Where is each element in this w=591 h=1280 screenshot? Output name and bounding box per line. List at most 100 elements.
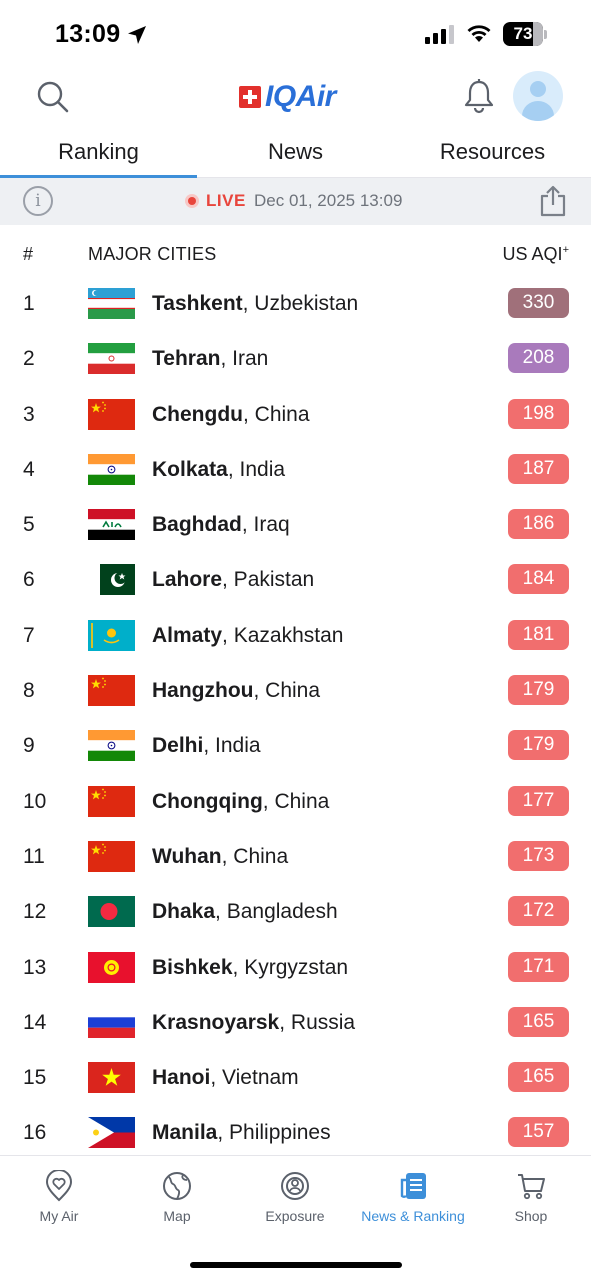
flag-uz-icon (88, 288, 135, 319)
aqi-badge: 179 (508, 730, 569, 761)
live-label: LIVE (206, 191, 246, 210)
app-header: IQAir (0, 70, 591, 125)
share-icon[interactable] (538, 184, 568, 218)
table-row[interactable]: 9 Delhi, India 179 (0, 718, 591, 773)
table-row[interactable]: 8 Hangzhou, China 179 (0, 663, 591, 718)
column-header-cities[interactable]: MAJOR CITIES (88, 244, 216, 265)
column-header-rank: # (23, 244, 34, 264)
flag-bd-icon (88, 896, 135, 928)
city-name: Manila, Philippines (152, 1121, 331, 1145)
home-indicator (190, 1262, 402, 1268)
aqi-badge: 172 (508, 896, 569, 927)
rank-number: 8 (23, 679, 35, 703)
battery-nub (544, 30, 547, 39)
aqi-badge: 157 (508, 1117, 569, 1148)
table-row[interactable]: 13 Bishkek, Kyrgyzstan 171 (0, 940, 591, 995)
live-bar: i LIVE Dec 01, 2025 13:09 (0, 178, 591, 225)
aqi-badge: 171 (508, 951, 569, 982)
tab-news[interactable]: News (197, 125, 394, 177)
nav-shop[interactable]: Shop (472, 1170, 590, 1224)
column-header-aqi[interactable]: US AQI+ (503, 244, 569, 265)
battery-level: 73 (513, 24, 533, 43)
flag-cn-icon (88, 785, 135, 817)
rank-number: 9 (23, 734, 35, 758)
cellular-signal-icon (425, 25, 454, 44)
table-row[interactable]: 2 Tehran, Iran 208 (0, 331, 591, 386)
table-row[interactable]: 3 Chengdu, China 198 (0, 387, 591, 442)
table-row[interactable]: 1 Tashkent, Uzbekistan 330 (0, 276, 591, 331)
table-row[interactable]: 16 Manila, Philippines 157 (0, 1105, 591, 1160)
flag-ir-icon (88, 343, 135, 375)
rank-number: 6 (23, 568, 35, 592)
aqi-badge: 184 (508, 564, 569, 595)
rank-number: 5 (23, 513, 35, 537)
rank-number: 12 (23, 900, 47, 924)
aqi-badge: 179 (508, 675, 569, 706)
city-name: Baghdad, Iraq (152, 513, 290, 537)
cart-icon (518, 1174, 545, 1200)
news-icon (400, 1173, 426, 1199)
search-icon[interactable] (36, 80, 70, 114)
table-header: # MAJOR CITIES US AQI+ (0, 240, 591, 270)
rank-number: 16 (23, 1121, 47, 1145)
live-datetime: Dec 01, 2025 13:09 (254, 191, 403, 210)
rank-number: 2 (23, 347, 35, 371)
table-row[interactable]: 4 Kolkata, India 187 (0, 442, 591, 497)
city-name: Kolkata, India (152, 457, 286, 481)
flag-kz-icon (88, 619, 135, 651)
city-name: Delhi, India (152, 734, 261, 758)
table-row[interactable]: 10 Chongqing, China 177 (0, 774, 591, 829)
city-name: Dhaka, Bangladesh (152, 900, 338, 924)
table-row[interactable]: 12 Dhaka, Bangladesh 172 (0, 884, 591, 939)
rank-number: 14 (23, 1010, 47, 1034)
info-icon[interactable]: i (23, 186, 53, 216)
nav-news-ranking[interactable]: News & Ranking (354, 1170, 472, 1224)
table-row[interactable]: 6 Lahore, Pakistan 184 (0, 552, 591, 607)
flag-pk-icon (88, 564, 135, 596)
flag-vn-icon (88, 1062, 135, 1094)
city-name: Tehran, Iran (152, 347, 269, 371)
live-dot-icon (185, 194, 199, 208)
table-row[interactable]: 5 Baghdad, Iraq 186 (0, 497, 591, 552)
nav-map[interactable]: Map (118, 1170, 236, 1224)
city-name: Wuhan, China (152, 844, 289, 868)
avatar[interactable] (513, 71, 563, 121)
tab-resources[interactable]: Resources (394, 125, 591, 177)
aqi-badge: 177 (508, 785, 569, 816)
rank-number: 10 (23, 789, 47, 813)
rank-number: 15 (23, 1066, 47, 1090)
rank-number: 1 (23, 292, 35, 315)
city-name: Lahore, Pakistan (152, 568, 315, 592)
city-name: Hangzhou, China (152, 679, 321, 703)
table-row[interactable]: 11 Wuhan, China 173 (0, 829, 591, 884)
flag-cn-icon (88, 840, 135, 872)
tab-ranking[interactable]: Ranking (0, 125, 197, 178)
status-bar: 13:09 73 (0, 0, 591, 70)
globe-icon (163, 1172, 191, 1200)
logo-text: IQAir (265, 80, 336, 113)
heart-pin-icon (45, 1170, 73, 1202)
aqi-badge: 208 (508, 343, 569, 374)
aqi-badge: 198 (508, 398, 569, 429)
exposure-icon (281, 1172, 309, 1200)
ranking-list: 1 Tashkent, Uzbekistan 330 2 Tehran, Iran 208… (0, 276, 591, 1161)
aqi-badge: 186 (508, 509, 569, 540)
nav-my-air[interactable]: My Air (0, 1170, 118, 1224)
bell-icon[interactable] (462, 78, 496, 114)
table-row[interactable]: 15 Hanoi, Vietnam 165 (0, 1050, 591, 1105)
flag-cn-icon (88, 398, 135, 430)
city-name: Hanoi, Vietnam (152, 1066, 299, 1090)
table-row[interactable]: 14 Krasnoyarsk, Russia 165 (0, 995, 591, 1050)
location-arrow-icon (128, 26, 146, 44)
tab-bar: Ranking News Resources (0, 125, 591, 178)
city-name: Chongqing, China (152, 789, 330, 813)
rank-number: 4 (23, 457, 35, 481)
iqair-logo: IQAir (239, 80, 336, 114)
aqi-badge: 187 (508, 453, 569, 484)
flag-ph-icon (88, 1117, 135, 1149)
table-row[interactable]: 7 Almaty, Kazakhstan 181 (0, 608, 591, 663)
flag-kg-icon (88, 951, 135, 983)
rank-number: 3 (23, 402, 35, 426)
aqi-badge: 165 (508, 1006, 569, 1037)
nav-exposure[interactable]: Exposure (236, 1170, 354, 1224)
